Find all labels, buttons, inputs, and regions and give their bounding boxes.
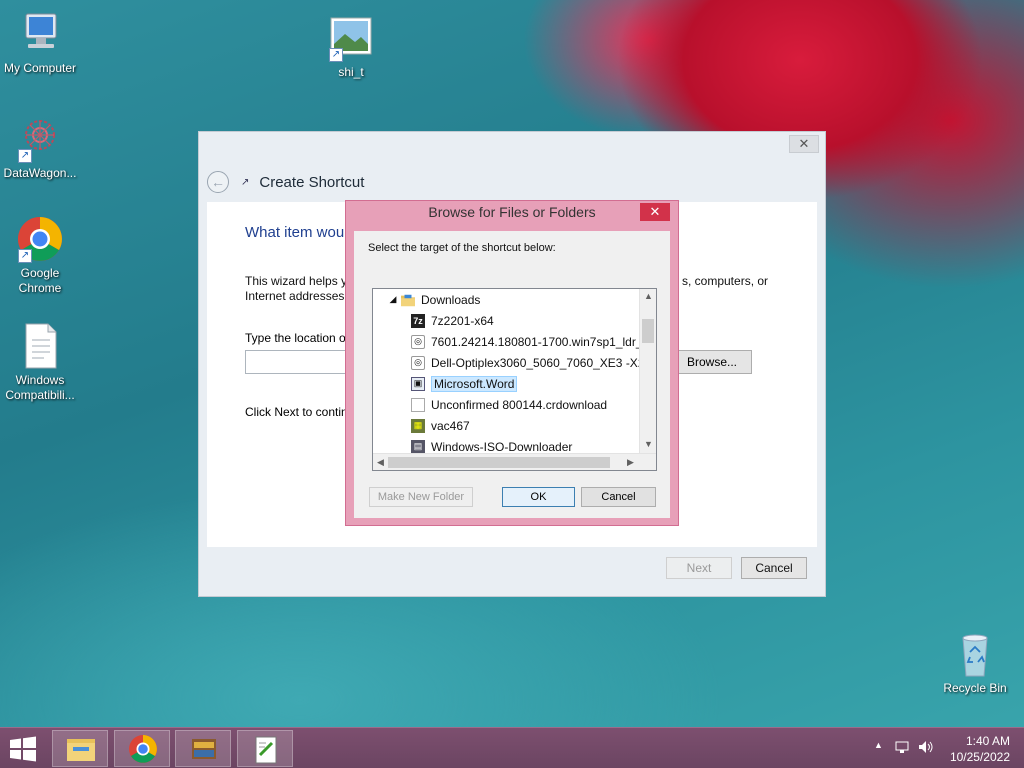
scroll-down-icon[interactable]: ▼ [644,439,653,449]
tree-item-downloads[interactable]: ◢ Downloads [389,289,481,310]
browse-dialog: Browse for Files or Folders ✕ Select the… [345,200,679,526]
shortcut-icon: ↗ [241,176,250,188]
scroll-right-icon[interactable]: ▶ [627,457,634,468]
tree-item[interactable]: ▦ vac467 [411,415,470,436]
windows-start-icon[interactable] [8,736,38,762]
system-tray: ▲ 1:40 AM 10/25/2022 [844,728,1024,768]
desktop-icon-label: Windows Compatibili... [5,373,75,402]
tree-item-label: Unconfirmed 800144.crdownload [431,397,608,412]
desktop-icon-label: My Computer [3,61,77,75]
desktop-icon-label: Recycle Bin [943,681,1007,695]
wizard-cancel-button[interactable]: Cancel [741,557,807,579]
wizard-close-button[interactable]: ✕ [789,135,819,153]
scroll-up-icon[interactable]: ▲ [644,291,653,301]
wizard-header: ← ↗ Create Shortcut [207,168,364,196]
image-file-icon: ↗ [327,14,375,62]
chrome-icon: ↗ [16,215,64,263]
chrome-icon [129,735,157,763]
tree-item-label: 7601.24214.180801-1700.win7sp1_ldr_esc [431,334,657,349]
cancel-button[interactable]: Cancel [581,487,656,507]
wizard-question: What item wou [245,224,345,241]
clock[interactable]: 1:40 AM 10/25/2022 [950,733,1010,765]
browse-prompt: Select the target of the shortcut below: [368,242,556,254]
clock-time: 1:40 AM [965,734,1010,748]
taskbar-chrome[interactable] [114,730,170,767]
recycle-bin-icon [951,630,999,678]
desktop-icon-windows-compatibility[interactable]: Windows Compatibili... [0,322,80,403]
vertical-scrollbar[interactable]: ▲ ▼ [639,289,656,455]
disc-image-icon: ◎ [411,334,425,349]
shortcut-arrow-icon: ↗ [18,149,32,163]
tree-item-label: 7z2201-x64 [431,313,494,328]
desktop-icon-label: DataWagon... [3,166,77,180]
browse-button[interactable]: Browse... [672,350,752,374]
scrollbar-thumb[interactable] [388,457,610,468]
datawagon-icon: ↗ [16,115,64,163]
scroll-left-icon[interactable]: ◀ [377,457,384,468]
7zip-icon: 7z [411,313,425,328]
tree-item-label: Dell-Optiplex3060_5060_7060_XE3 -X24-2 [431,355,657,370]
tree-item[interactable]: ◎ Dell-Optiplex3060_5060_7060_XE3 -X24-2 [411,352,657,373]
taskbar-archive-app[interactable] [175,730,231,767]
taskbar-file-explorer[interactable] [52,730,108,767]
tree-item[interactable]: ◎ 7601.24214.180801-1700.win7sp1_ldr_esc [411,331,657,352]
network-icon[interactable] [894,740,910,757]
wizard-next-instruction: Click Next to contin [245,405,348,419]
desktop-icon-google-chrome[interactable]: ↗ Google Chrome [0,215,80,296]
tree-item[interactable]: 7z 7z2201-x64 [411,310,494,331]
expand-triangle-icon[interactable]: ◢ [389,293,397,307]
app-icon: ▣ [411,376,425,391]
horizontal-scrollbar[interactable]: ◀ ▶ [373,453,656,470]
wizard-title: Create Shortcut [259,173,365,191]
desktop-icon-my-computer[interactable]: My Computer [0,10,80,76]
notepad-plus-icon [255,736,277,764]
taskbar: ▲ 1:40 AM 10/25/2022 [0,727,1024,768]
tree-item-label: Windows-ISO-Downloader [431,439,573,454]
wizard-help-line1: This wizard helps yo [245,274,354,288]
tree-item-selected[interactable]: ▣ Microsoft.Word [411,373,518,394]
clock-date: 10/25/2022 [949,750,1010,764]
volume-icon[interactable] [918,740,934,757]
shortcut-arrow-icon: ↗ [329,48,343,62]
make-new-folder-button[interactable]: Make New Folder [369,487,473,507]
installer-icon: ▤ [411,439,425,454]
tree-item-label: Downloads [421,292,481,307]
tree-item-label: Microsoft.Word [431,375,518,392]
disc-image-icon: ◎ [411,355,425,370]
back-arrow-icon[interactable]: ← [207,171,229,193]
document-icon [16,322,64,370]
folder-icon [401,293,415,307]
file-explorer-icon [67,739,95,761]
ok-button[interactable]: OK [502,487,575,507]
scrollbar-thumb[interactable] [642,319,654,343]
desktop-icon-shi-t[interactable]: ↗ shi_t [311,14,391,80]
taskbar-notepad-plus[interactable] [237,730,293,767]
location-label: Type the location o [245,331,346,345]
tree-item[interactable]: Unconfirmed 800144.crdownload [411,394,607,415]
wizard-help-line2: Internet addresses. [245,289,348,303]
close-icon[interactable]: ✕ [640,203,670,221]
show-hidden-icons-icon[interactable]: ▲ [874,740,883,750]
wizard-help-right: s, computers, or [682,274,769,288]
desktop-icon-datawagon[interactable]: ↗ DataWagon... [0,115,80,181]
folder-tree[interactable]: ◢ Downloads 7z 7z2201-x64 ◎ 7601.24214.1… [372,288,657,471]
shortcut-arrow-icon: ↗ [18,249,32,263]
blank-file-icon [411,397,425,412]
computer-icon [16,10,64,58]
installer-icon: ▦ [411,418,425,433]
tree-item-label: vac467 [431,418,470,433]
browse-dialog-title: Browse for Files or Folders [428,204,596,220]
desktop-icon-label: shi_t [338,65,364,79]
desktop-icon-recycle-bin[interactable]: Recycle Bin [935,630,1015,696]
browse-dialog-content: Select the target of the shortcut below:… [354,231,670,518]
archive-app-icon [192,739,216,759]
desktop-icon-label: Google Chrome [18,266,62,295]
next-button[interactable]: Next [666,557,732,579]
